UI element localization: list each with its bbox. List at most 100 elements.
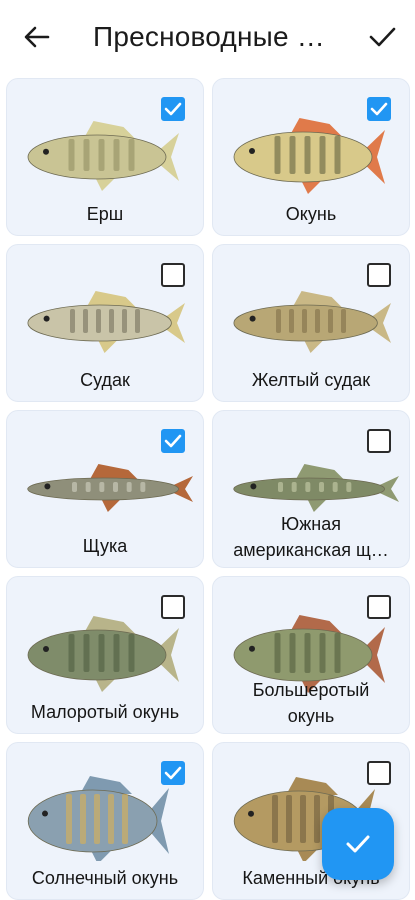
fish-stripe	[274, 633, 281, 673]
fish-stripe	[122, 309, 127, 333]
fish-stripe	[68, 634, 75, 672]
fish-stripe	[98, 139, 105, 171]
fish-stripe	[300, 795, 306, 843]
fish-stripe	[66, 794, 72, 844]
fish-body	[233, 628, 373, 682]
fish-stripe	[274, 136, 281, 174]
fish-label: Большеротый окунь	[219, 677, 403, 729]
walleye-fish-image	[233, 291, 391, 353]
fish-eye	[249, 315, 256, 322]
fish-body	[27, 134, 167, 180]
fish-label-line2: американская щ…	[233, 540, 389, 560]
fish-eye	[249, 148, 255, 154]
confirm-check-icon[interactable]	[367, 22, 397, 52]
app-bar: Пресноводные …	[0, 0, 415, 74]
fish-grid: Ерш Окунь Судак Желтый судак Щука Южная …	[0, 74, 415, 900]
fish-eye	[248, 810, 254, 817]
ruffe-fish-image	[27, 121, 179, 191]
fish-stripe	[315, 309, 320, 333]
fish-stripe	[128, 634, 135, 672]
pike-fish-image	[27, 464, 193, 512]
fish-card-4[interactable]: Щука	[6, 410, 204, 568]
fish-stripe	[113, 634, 120, 672]
fish-card-1[interactable]: Окунь	[212, 78, 410, 236]
fish-eye	[43, 315, 50, 322]
fish-stripe	[94, 794, 100, 844]
back-arrow-icon[interactable]	[22, 22, 52, 52]
fish-label: Желтый судак	[251, 370, 371, 390]
fish-label-line1: Большеротый	[252, 680, 370, 700]
fish-card-8[interactable]: Солнечный окунь	[6, 742, 204, 900]
fish-stripe	[113, 139, 120, 171]
fish-stripe	[276, 309, 281, 333]
fish-eye	[249, 645, 255, 652]
fish-label-line1: Южная	[281, 514, 341, 534]
fish-label: Щука	[82, 536, 128, 556]
fish-stripe	[70, 309, 75, 333]
fish-stripe	[304, 633, 311, 673]
fish-label-line2: окунь	[287, 706, 335, 726]
fish-eye	[44, 483, 51, 490]
fish-stripe	[319, 482, 324, 492]
fish-stripe	[346, 482, 352, 492]
fish-card-0[interactable]: Ерш	[6, 78, 204, 236]
fish-stripe	[319, 136, 326, 174]
zander-fish-image	[27, 291, 185, 353]
perch-fish-image	[233, 118, 385, 194]
fish-stripe	[126, 482, 132, 492]
fish-stripe	[302, 309, 307, 333]
fish-stripe	[291, 482, 297, 492]
fish-card-2[interactable]: Судак	[6, 244, 204, 402]
fish-stripe	[99, 482, 105, 492]
fish-stripe	[334, 136, 341, 174]
fish-card-3[interactable]: Желтый судак	[212, 244, 410, 402]
fish-stripe	[135, 309, 140, 333]
fish-label: Малоротый окунь	[30, 702, 180, 722]
fish-stripe	[278, 482, 283, 492]
fish-label: Окунь	[285, 204, 337, 224]
fish-card-5[interactable]: Южная американская щ…	[212, 410, 410, 568]
fish-stripe	[83, 139, 90, 171]
fish-eye	[42, 810, 48, 817]
fish-stripe	[83, 634, 90, 672]
fish-stripe	[314, 795, 320, 843]
fish-stripe	[140, 482, 146, 492]
fish-eye	[250, 483, 257, 490]
fish-stripe	[98, 634, 105, 672]
fish-stripe	[83, 309, 88, 333]
fish-stripe	[128, 139, 135, 171]
sunfish-fish-image	[27, 776, 169, 861]
fish-stripe	[289, 309, 294, 333]
fish-stripe	[68, 139, 75, 171]
fish-stripe	[332, 482, 338, 492]
fish-stripe	[85, 482, 91, 492]
fish-stripe	[341, 309, 346, 333]
fish-stripe	[80, 794, 86, 844]
fish-card-7[interactable]: Большеротый окунь	[212, 576, 410, 734]
fish-label: Ерш	[86, 204, 124, 224]
fish-label: Судак	[80, 370, 130, 390]
fish-eye	[43, 646, 49, 652]
page-title: Пресноводные …	[93, 21, 325, 52]
fish-stripe	[96, 309, 101, 333]
fish-stripe	[108, 794, 114, 844]
fish-stripe	[289, 136, 296, 174]
fish-label: Южная американская щ…	[219, 511, 403, 563]
fish-stripe	[305, 482, 311, 492]
fish-stripe	[289, 633, 296, 673]
check-icon	[346, 835, 370, 853]
fish-stripe	[109, 309, 114, 333]
fish-stripe	[328, 309, 333, 333]
fish-stripe	[334, 633, 341, 673]
fish-label: Солнечный окунь	[31, 868, 179, 888]
confirm-fab-button[interactable]	[322, 808, 394, 880]
fish-stripe	[286, 795, 292, 843]
fish-eye	[43, 148, 49, 155]
fish-stripe	[122, 794, 128, 844]
fish-stripe	[272, 795, 278, 843]
fish-body	[27, 629, 167, 681]
smallmouth-bass-fish-image	[27, 616, 179, 692]
fish-body	[233, 131, 373, 183]
fish-stripe	[319, 633, 326, 673]
fish-card-6[interactable]: Малоротый окунь	[6, 576, 204, 734]
